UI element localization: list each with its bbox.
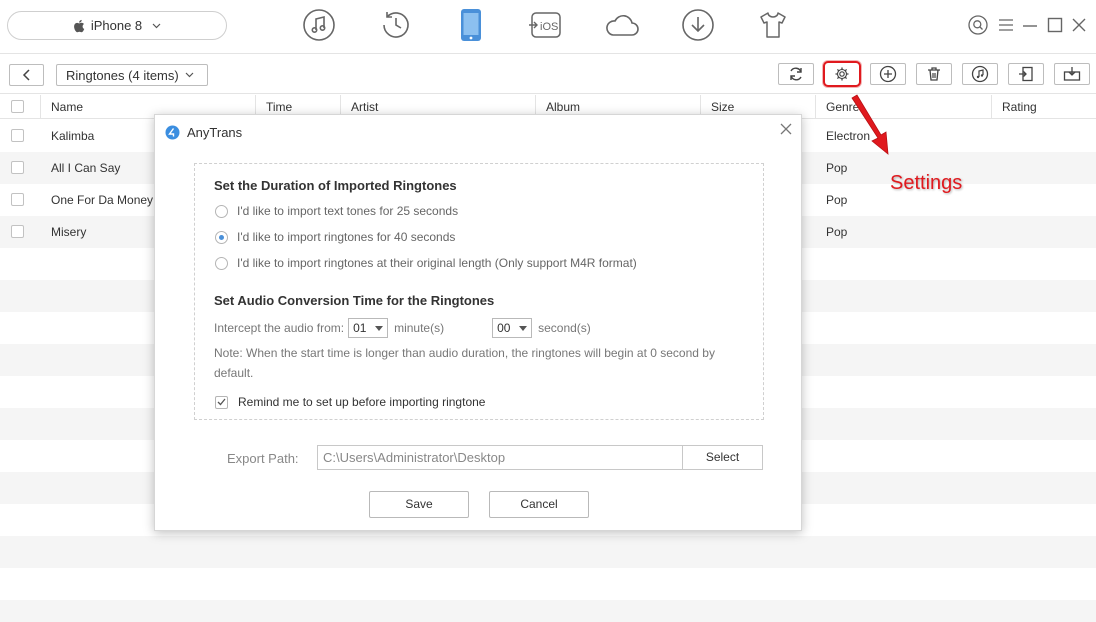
to-itunes-icon [971,65,989,83]
remind-label: Remind me to set up before importing rin… [238,395,486,409]
history-icon[interactable] [378,7,414,43]
settings-dialog: AnyTrans Set the Duration of Imported Ri… [154,114,802,531]
duration-option-original[interactable]: I'd like to import ringtones at their or… [215,255,637,271]
minimize-icon[interactable] [1020,15,1040,35]
row-checkbox[interactable] [11,193,24,206]
second-value: 00 [497,321,511,335]
anytrans-logo-icon [165,125,180,139]
save-button[interactable]: Save [369,491,469,518]
close-icon[interactable] [1069,15,1089,35]
empty-row [0,568,1096,600]
gear-icon [835,67,849,81]
minute-label: minute(s) [394,321,445,335]
settings-group: Set the Duration of Imported Ringtones I… [194,163,764,420]
device-name: iPhone 8 [90,18,143,33]
duration-section-title: Set the Duration of Imported Ringtones [214,178,457,193]
select-all-checkbox[interactable] [11,100,24,113]
ringtone-genre: Pop [826,225,848,239]
empty-row [0,600,1096,622]
conversion-section-title: Set Audio Conversion Time for the Ringto… [214,293,495,308]
search-icon[interactable] [968,15,988,35]
ringtone-name: One For Da Money [51,193,154,207]
row-checkbox[interactable] [11,225,24,238]
ringtone-genre: Pop [826,161,848,175]
cancel-button[interactable]: Cancel [489,491,589,518]
ios-label: iOS [540,21,558,33]
to-ios-icon[interactable]: iOS [528,7,564,43]
dialog-title-bar: AnyTrans [165,123,242,141]
apple-icon [73,19,85,32]
phone-icon[interactable] [453,7,489,43]
annotation-label: Settings [890,172,963,194]
radio-button[interactable] [215,256,228,270]
category-label: Ringtones (4 items) [66,67,179,83]
duration-note: Note: When the start time is longer than… [214,346,715,380]
settings-button[interactable] [823,61,861,87]
ringtone-name: All I Can Say [51,161,121,175]
column-header-name[interactable]: Name [40,95,83,119]
select-path-button[interactable]: Select [682,445,763,470]
cloud-icon[interactable] [604,7,640,43]
ringtone-name: Misery [51,225,87,239]
minute-value: 01 [353,321,367,335]
dialog-close-button[interactable] [778,121,794,137]
option-label: I'd like to import ringtones at their or… [237,256,637,270]
dialog-title: AnyTrans [187,124,243,140]
column-header-rating[interactable]: Rating [991,95,1037,119]
top-nav-bar: iPhone 8 iOS [0,0,1096,54]
delete-button[interactable] [916,63,952,85]
intercept-row: Intercept the audio from: 01 minute(s) 0… [214,318,591,338]
caret-down-icon [375,325,384,331]
intercept-label: Intercept the audio from: [214,321,345,335]
second-select[interactable]: 00 [492,318,533,338]
toolbar: Ringtones (4 items) [0,55,1096,94]
ringtone-name: Kalimba [51,129,95,143]
add-button[interactable] [870,63,906,85]
export-path-label: Export Path: [227,451,299,466]
row-checkbox[interactable] [11,161,24,174]
trash-icon [928,67,940,81]
annotation-arrow [851,94,889,155]
second-label: second(s) [538,321,591,335]
row-checkbox[interactable] [11,129,24,142]
download-icon[interactable] [680,7,716,43]
to-device-button[interactable] [1054,63,1090,85]
import-icon [1063,67,1081,81]
ringtone-genre: Pop [826,193,848,207]
menu-icon[interactable] [996,15,1016,35]
empty-row [0,536,1096,568]
refresh-icon [790,67,802,81]
add-icon [879,65,897,83]
export-icon [1019,66,1033,82]
radio-button[interactable] [215,230,228,244]
export-path-field[interactable]: C:\Users\Administrator\Desktop [317,445,683,470]
maximize-icon[interactable] [1045,15,1065,35]
chevron-down-icon [185,72,194,78]
caret-down-icon [519,325,528,331]
to-itunes-button[interactable] [962,63,998,85]
chevron-left-icon [22,69,30,81]
refresh-button[interactable] [778,63,814,85]
remind-checkbox-row[interactable]: Remind me to set up before importing rin… [215,394,485,410]
chevron-down-icon [152,23,161,28]
duration-option-40s[interactable]: I'd like to import ringtones for 40 seco… [215,229,455,245]
check-icon [217,398,226,406]
shirt-icon[interactable] [755,7,791,43]
remind-checkbox[interactable] [215,395,228,409]
option-label: I'd like to import ringtones for 40 seco… [237,230,456,244]
duration-option-25s[interactable]: I'd like to import text tones for 25 sec… [215,203,458,219]
option-label: I'd like to import text tones for 25 sec… [237,204,459,218]
device-selector[interactable]: iPhone 8 [7,11,227,40]
radio-button[interactable] [215,204,228,218]
minute-select[interactable]: 01 [348,318,389,338]
back-button[interactable] [9,64,44,86]
category-dropdown[interactable]: Ringtones (4 items) [56,64,208,86]
music-icon[interactable] [301,7,337,43]
to-computer-button[interactable] [1008,63,1044,85]
close-icon [780,123,792,135]
